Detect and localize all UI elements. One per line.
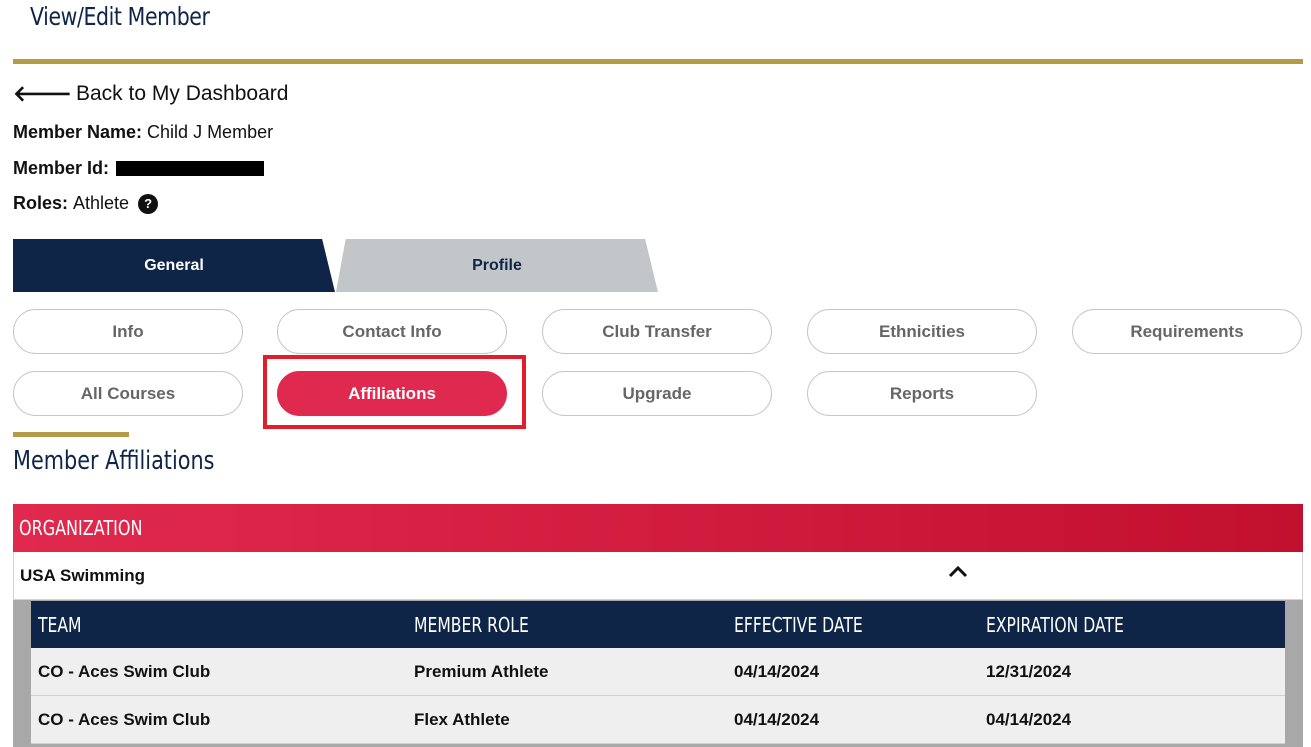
back-link-label: Back to My Dashboard	[76, 82, 289, 105]
organization-name: USA Swimming	[20, 565, 145, 585]
subnav-upgrade-button[interactable]: Upgrade	[542, 371, 772, 416]
back-to-dashboard-link[interactable]: 🡐 Back to My Dashboard	[13, 82, 288, 106]
column-header-team: TEAM	[38, 612, 82, 637]
cell-effective-date: 04/14/2024	[734, 661, 820, 681]
member-name-value: Child J Member	[147, 122, 274, 142]
column-header-effective-date: EFFECTIVE DATE	[734, 612, 863, 637]
affiliations-table: TEAM MEMBER ROLE EFFECTIVE DATE EXPIRATI…	[13, 600, 1303, 747]
member-name-label: Member Name:	[13, 122, 143, 142]
cell-expiration-date: 04/14/2024	[986, 709, 1072, 729]
subnav-requirements-button[interactable]: Requirements	[1072, 309, 1302, 354]
help-icon[interactable]: ?	[138, 193, 159, 214]
cell-member-role: Premium Athlete	[414, 661, 549, 681]
cell-expiration-date: 12/31/2024	[986, 661, 1072, 681]
subnav-ethnicities-button[interactable]: Ethnicities	[807, 309, 1037, 354]
subnav-reports-button[interactable]: Reports	[807, 371, 1037, 416]
page-title: View/Edit Member	[30, 2, 210, 31]
member-roles-value: Athlete	[73, 193, 130, 213]
member-name-line: Member Name: Child J Member	[13, 122, 273, 143]
subnav-club-transfer-button[interactable]: Club Transfer	[542, 309, 772, 354]
organization-header-label: ORGANIZATION	[19, 516, 143, 540]
organization-header: ORGANIZATION	[13, 504, 1303, 552]
cell-effective-date: 04/14/2024	[734, 709, 820, 729]
section-title: Member Affiliations	[13, 446, 215, 476]
tab-general[interactable]: General	[13, 239, 335, 292]
member-id-line: Member Id:	[13, 158, 265, 179]
chevron-up-icon[interactable]	[948, 562, 968, 585]
title-divider	[13, 59, 1303, 64]
column-header-expiration-date: EXPIRATION DATE	[986, 612, 1124, 637]
arrow-left-icon: 🡐	[13, 81, 72, 106]
member-roles-line: Roles: Athlete ?	[13, 193, 159, 214]
section-divider	[13, 432, 129, 437]
cell-member-role: Flex Athlete	[414, 709, 510, 729]
subnav-all-courses-button[interactable]: All Courses	[13, 371, 243, 416]
tab-profile[interactable]: Profile	[336, 239, 658, 292]
table-row: CO - Aces Swim Club Premium Athlete 04/1…	[31, 648, 1285, 696]
subnav-info-button[interactable]: Info	[13, 309, 243, 354]
member-id-label: Member Id:	[13, 158, 110, 178]
column-header-member-role: MEMBER ROLE	[414, 612, 529, 637]
cell-team: CO - Aces Swim Club	[38, 661, 211, 681]
member-roles-label: Roles:	[13, 193, 69, 213]
member-id-redacted	[116, 161, 265, 176]
organization-row[interactable]: USA Swimming	[13, 552, 1303, 600]
cell-team: CO - Aces Swim Club	[38, 709, 211, 729]
affiliations-highlight-box	[263, 355, 526, 429]
table-header: TEAM MEMBER ROLE EFFECTIVE DATE EXPIRATI…	[31, 601, 1285, 648]
table-row: CO - Aces Swim Club Flex Athlete 04/14/2…	[31, 696, 1285, 744]
subnav-contact-info-button[interactable]: Contact Info	[277, 309, 507, 354]
